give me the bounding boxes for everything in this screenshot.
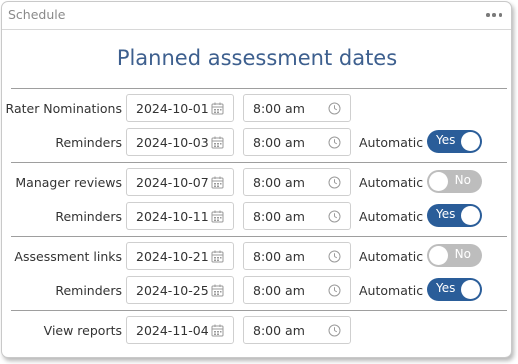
time-value: 8:00 am <box>253 323 305 338</box>
calendar-icon[interactable] <box>211 284 224 297</box>
automatic-toggle[interactable]: No <box>427 170 482 193</box>
toggle-state: Yes <box>436 281 456 295</box>
automatic-label: Automatic <box>359 175 424 190</box>
time-input[interactable]: 8:00 am <box>243 168 351 196</box>
automatic-label: Automatic <box>359 135 424 150</box>
more-options-icon[interactable] <box>486 13 502 17</box>
clock-icon[interactable] <box>328 284 341 297</box>
toggle-state: No <box>454 247 471 261</box>
clock-icon[interactable] <box>328 210 341 223</box>
row-label: Assessment links <box>14 249 122 264</box>
clock-icon[interactable] <box>328 136 341 149</box>
header-divider <box>2 29 511 30</box>
row-label: Reminders <box>55 209 122 224</box>
calendar-icon[interactable] <box>211 210 224 223</box>
schedule-row: Reminders 2024-10-11 8:00 am Automatic Yes <box>2 202 512 232</box>
calendar-icon[interactable] <box>211 250 224 263</box>
toggle-state: No <box>454 173 471 187</box>
automatic-label: Automatic <box>359 283 424 298</box>
row-label: Reminders <box>55 283 122 298</box>
divider <box>11 162 507 163</box>
time-input[interactable]: 8:00 am <box>243 276 351 304</box>
clock-icon[interactable] <box>328 250 341 263</box>
row-label: View reports <box>43 323 122 338</box>
toggle-state: Yes <box>436 207 456 221</box>
time-value: 8:00 am <box>253 283 305 298</box>
calendar-icon[interactable] <box>211 136 224 149</box>
clock-icon[interactable] <box>328 176 341 189</box>
date-input[interactable]: 2024-10-11 <box>126 202 234 230</box>
date-value: 2024-10-21 <box>136 249 209 264</box>
time-input[interactable]: 8:00 am <box>243 128 351 156</box>
divider <box>11 310 507 311</box>
date-value: 2024-10-11 <box>136 209 209 224</box>
toggle-knob <box>461 206 480 225</box>
date-input[interactable]: 2024-10-01 <box>126 94 234 122</box>
calendar-icon[interactable] <box>211 102 224 115</box>
date-value: 2024-10-07 <box>136 175 209 190</box>
date-value: 2024-10-03 <box>136 135 209 150</box>
date-value: 2024-10-25 <box>136 283 209 298</box>
date-input[interactable]: 2024-10-21 <box>126 242 234 270</box>
clock-icon[interactable] <box>328 102 341 115</box>
time-input[interactable]: 8:00 am <box>243 316 351 344</box>
time-value: 8:00 am <box>253 101 305 116</box>
toggle-knob <box>461 132 480 151</box>
divider <box>11 236 507 237</box>
date-value: 2024-10-01 <box>136 101 209 116</box>
date-input[interactable]: 2024-10-03 <box>126 128 234 156</box>
time-value: 8:00 am <box>253 209 305 224</box>
time-value: 8:00 am <box>253 249 305 264</box>
toggle-knob <box>461 280 480 299</box>
time-input[interactable]: 8:00 am <box>243 94 351 122</box>
automatic-toggle[interactable]: Yes <box>427 278 482 301</box>
page-title: Planned assessment dates <box>116 46 398 70</box>
time-value: 8:00 am <box>253 135 305 150</box>
date-value: 2024-11-04 <box>136 323 209 338</box>
automatic-label: Automatic <box>359 249 424 264</box>
automatic-label: Automatic <box>359 209 424 224</box>
schedule-row: Manager reviews 2024-10-07 8:00 am Automati… <box>2 168 512 198</box>
toggle-state: Yes <box>436 133 456 147</box>
calendar-icon[interactable] <box>211 176 224 189</box>
row-label: Reminders <box>55 135 122 150</box>
automatic-toggle[interactable]: No <box>427 244 482 267</box>
automatic-toggle[interactable]: Yes <box>427 204 482 227</box>
schedule-row: View reports 2024-11-04 8:00 am <box>2 316 512 346</box>
clock-icon[interactable] <box>328 324 341 337</box>
calendar-icon[interactable] <box>211 324 224 337</box>
schedule-row: Reminders 2024-10-03 8:00 am Automatic Yes <box>2 128 512 158</box>
row-label: Manager reviews <box>15 175 122 190</box>
schedule-row: Rater Nominations 2024-10-01 8:00 am <box>2 94 512 124</box>
schedule-row: Assessment links 2024-10-21 8:00 am Automat… <box>2 242 512 272</box>
schedule-panel: Schedule Planned assessment dates Rater … <box>1 1 512 358</box>
date-input[interactable]: 2024-10-25 <box>126 276 234 304</box>
panel-title: Schedule <box>8 7 66 22</box>
time-value: 8:00 am <box>253 175 305 190</box>
automatic-toggle[interactable]: Yes <box>427 130 482 153</box>
schedule-row: Reminders 2024-10-25 8:00 am Automatic Yes <box>2 276 512 306</box>
time-input[interactable]: 8:00 am <box>243 242 351 270</box>
date-input[interactable]: 2024-10-07 <box>126 168 234 196</box>
date-input[interactable]: 2024-11-04 <box>126 316 234 344</box>
toggle-knob <box>429 246 448 265</box>
divider <box>11 88 507 89</box>
time-input[interactable]: 8:00 am <box>243 202 351 230</box>
toggle-knob <box>429 172 448 191</box>
row-label: Rater Nominations <box>5 101 122 116</box>
